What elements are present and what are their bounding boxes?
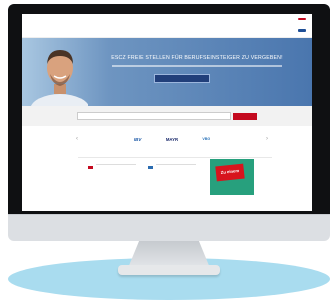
advertisement-banner[interactable]: Zu einem <box>210 158 254 195</box>
monitor-chin <box>8 214 330 241</box>
partner-carousel: ‹ IBV MAYR VBG › <box>22 133 312 145</box>
job-logo-2 <box>148 165 153 169</box>
chevron-right-icon[interactable]: › <box>266 136 268 142</box>
search-input[interactable] <box>77 112 231 120</box>
job-listings: Zu einem <box>22 158 312 198</box>
job-card-2[interactable] <box>156 162 208 176</box>
job-logo-1 <box>88 165 93 169</box>
search-row <box>22 106 312 126</box>
top-bar <box>22 14 312 23</box>
hero-person-image <box>30 50 88 106</box>
job-card-1[interactable] <box>96 162 148 176</box>
main-navbar <box>22 23 312 38</box>
hero-headline: ESCZ FREIE STELLEN FÜR BERUFSEINSTEIGER … <box>111 55 283 61</box>
hero-subtext <box>112 65 282 67</box>
chevron-left-icon[interactable]: ‹ <box>76 136 78 142</box>
search-button[interactable] <box>233 112 257 120</box>
partner-logo-ibv[interactable]: IBV <box>129 137 147 142</box>
browser-screen: ESCZ FREIE STELLEN FÜR BERUFSEINSTEIGER … <box>22 14 312 211</box>
job-divider <box>156 163 196 165</box>
ad-badge-text: Zu einem <box>215 163 245 182</box>
partner-logo-mayr[interactable]: MAYR <box>163 137 181 142</box>
job-divider <box>96 163 136 165</box>
hero-cta-button[interactable] <box>154 74 210 83</box>
topbar-cta-button[interactable] <box>298 17 306 20</box>
monitor-stand-foot <box>118 265 220 275</box>
monitor-stand-neck <box>128 240 210 268</box>
nav-cta-button[interactable] <box>298 28 306 32</box>
partner-logo-vbg[interactable]: VBG <box>197 137 215 141</box>
hero-banner: ESCZ FREIE STELLEN FÜR BERUFSEINSTEIGER … <box>22 38 312 106</box>
